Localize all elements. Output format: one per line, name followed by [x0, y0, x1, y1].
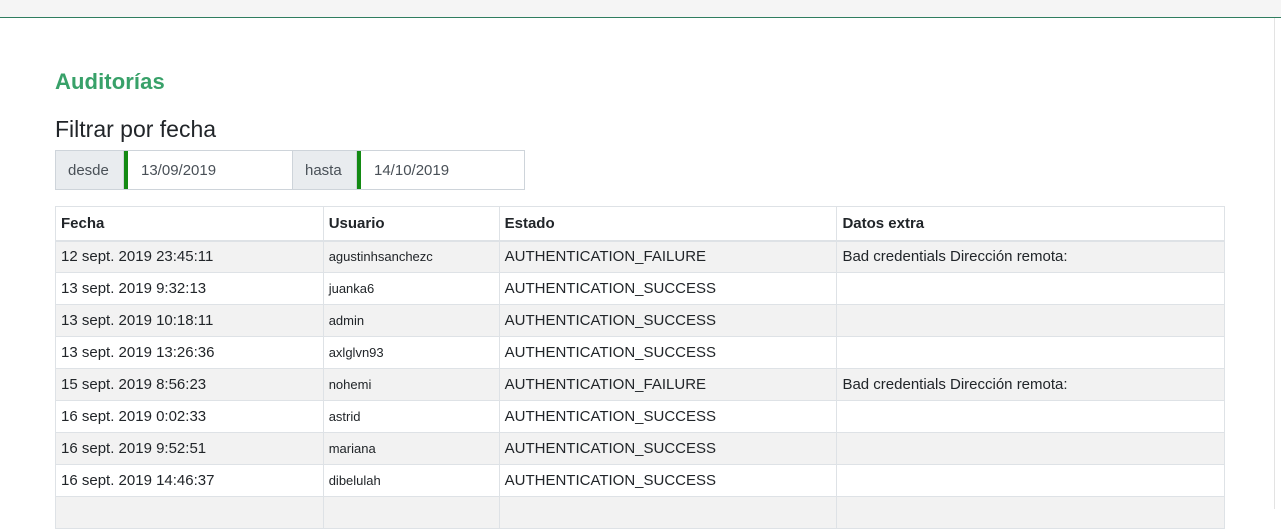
table-row: 12 sept. 2019 23:45:11 agustinhsanchezc …	[55, 240, 1225, 273]
cell-usuario: agustinhsanchezc	[322, 240, 500, 273]
cell-fecha: 16 sept. 2019 14:46:37	[55, 464, 324, 497]
cell-usuario: nohemi	[322, 368, 500, 401]
cell-usuario: mariana	[322, 432, 500, 465]
cell-fecha: 13 sept. 2019 13:26:36	[55, 336, 324, 369]
table-row: 16 sept. 2019 0:02:33 astrid AUTHENTICAT…	[55, 400, 1225, 433]
table-row	[55, 496, 1225, 529]
cell-usuario	[322, 496, 500, 529]
column-header-datos-extra[interactable]: Datos extra	[836, 206, 1225, 242]
cell-fecha	[55, 496, 324, 529]
audit-table: Fecha Usuario Estado Datos extra 12 sept…	[55, 206, 1225, 529]
cell-datos-extra: Bad credentials Dirección remota:	[836, 240, 1225, 273]
table-row: 13 sept. 2019 9:32:13 juanka6 AUTHENTICA…	[55, 272, 1225, 305]
cell-usuario: astrid	[322, 400, 500, 433]
cell-datos-extra	[836, 272, 1225, 305]
table-row: 15 sept. 2019 8:56:23 nohemi AUTHENTICAT…	[55, 368, 1225, 401]
table-header-row: Fecha Usuario Estado Datos extra	[55, 206, 1225, 242]
cell-datos-extra	[836, 464, 1225, 497]
to-date-input[interactable]	[357, 151, 524, 189]
cell-fecha: 16 sept. 2019 0:02:33	[55, 400, 324, 433]
filter-heading: Filtrar por fecha	[55, 116, 217, 142]
cell-fecha: 13 sept. 2019 10:18:11	[55, 304, 324, 337]
cell-datos-extra	[836, 400, 1225, 433]
cell-estado: AUTHENTICATION_SUCCESS	[498, 304, 838, 337]
cell-estado	[498, 496, 838, 529]
from-date-input[interactable]	[124, 151, 292, 189]
table-row: 13 sept. 2019 13:26:36 axlglvn93 AUTHENT…	[55, 336, 1225, 369]
cell-fecha: 12 sept. 2019 23:45:11	[55, 240, 324, 273]
cell-estado: AUTHENTICATION_FAILURE	[498, 240, 838, 273]
cell-estado: AUTHENTICATION_SUCCESS	[498, 400, 838, 433]
cell-estado: AUTHENTICATION_SUCCESS	[498, 432, 838, 465]
table-row: 13 sept. 2019 10:18:11 admin AUTHENTICAT…	[55, 304, 1225, 337]
table-row: 16 sept. 2019 14:46:37 dibelulah AUTHENT…	[55, 464, 1225, 497]
from-label: desde	[56, 151, 124, 189]
cell-usuario: juanka6	[322, 272, 500, 305]
column-header-estado[interactable]: Estado	[498, 206, 838, 242]
cell-datos-extra	[836, 304, 1225, 337]
cell-fecha: 15 sept. 2019 8:56:23	[55, 368, 324, 401]
to-label: hasta	[292, 151, 357, 189]
cell-estado: AUTHENTICATION_SUCCESS	[498, 464, 838, 497]
cell-usuario: axlglvn93	[322, 336, 500, 369]
cell-usuario: admin	[322, 304, 500, 337]
cell-usuario: dibelulah	[322, 464, 500, 497]
column-header-fecha[interactable]: Fecha	[55, 206, 324, 242]
date-filter: desde hasta	[55, 150, 525, 190]
cell-estado: AUTHENTICATION_SUCCESS	[498, 272, 838, 305]
cell-datos-extra: Bad credentials Dirección remota:	[836, 368, 1225, 401]
top-navbar	[0, 0, 1281, 18]
cell-estado: AUTHENTICATION_FAILURE	[498, 368, 838, 401]
cell-fecha: 16 sept. 2019 9:52:51	[55, 432, 324, 465]
column-header-usuario[interactable]: Usuario	[322, 206, 500, 242]
scroll-edge	[1274, 18, 1275, 509]
cell-datos-extra	[836, 432, 1225, 465]
page-title: Auditorías	[55, 69, 165, 94]
cell-estado: AUTHENTICATION_SUCCESS	[498, 336, 838, 369]
cell-fecha: 13 sept. 2019 9:32:13	[55, 272, 324, 305]
table-row: 16 sept. 2019 9:52:51 mariana AUTHENTICA…	[55, 432, 1225, 465]
cell-datos-extra	[836, 496, 1225, 529]
cell-datos-extra	[836, 336, 1225, 369]
